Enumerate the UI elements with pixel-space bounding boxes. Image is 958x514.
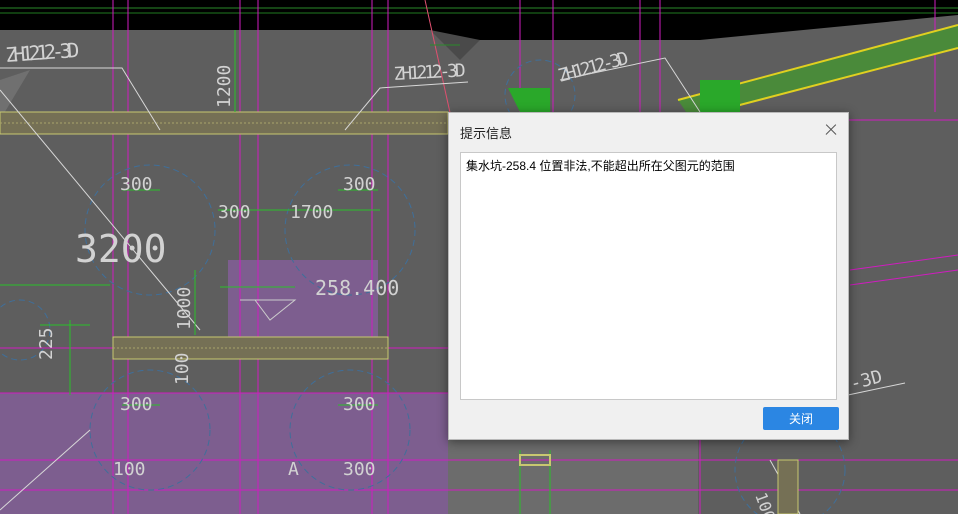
beam-top [0,111,449,135]
dim-100-b: 100 [113,459,146,480]
label-zh-mid: ZH1212-3D [393,60,466,85]
dim-3200: 3200 [75,227,167,271]
label-a: A [288,459,299,480]
dim-1000: 1000 [174,287,195,330]
purple-zone [0,393,448,514]
dialog-message-text: 集水坑-258.4 位置非法,不能超出所在父图元的范围 [466,159,735,173]
dim-300-b: 300 [343,174,376,195]
dim-300-c: 300 [218,202,251,223]
message-dialog[interactable]: 提示信息 集水坑-258.4 位置非法,不能超出所在父图元的范围 关闭 [448,112,849,440]
dialog-title: 提示信息 [460,126,513,141]
dim-300-f: 300 [343,459,376,480]
dim-300-e: 300 [343,394,376,415]
dim-1700: 1700 [290,202,333,223]
close-icon[interactable] [822,121,840,139]
label-258: 258.400 [315,276,399,300]
dim-1200: 1200 [214,65,235,108]
close-button[interactable]: 关闭 [763,407,839,430]
beam-mid [112,336,389,360]
dim-100: 100 [172,352,193,385]
dialog-message-box: 集水坑-258.4 位置非法,不能超出所在父图元的范围 [460,152,837,400]
dim-300-d: 300 [120,394,153,415]
dim-225: 225 [36,327,57,360]
dim-300-a: 300 [120,174,153,195]
